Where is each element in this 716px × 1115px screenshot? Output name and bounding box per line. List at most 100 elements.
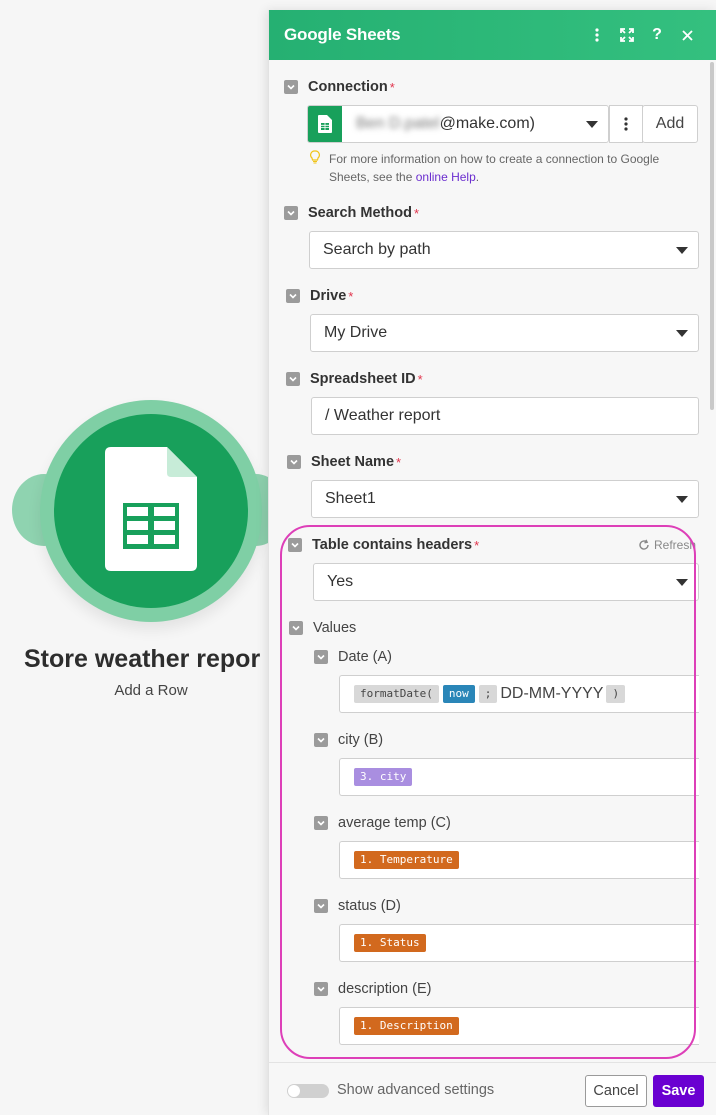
collapse-toggle-icon[interactable] [314,650,328,664]
status-field: status (D) [314,896,401,916]
average-temp-field: average temp (C) [314,813,451,833]
date-format-text: DD-MM-YYYY [500,685,604,702]
connection-help-text: For more information on how to create a … [329,152,660,184]
connection-select[interactable]: Ben D.patel @make.com) [307,105,609,143]
table-headers-label: Table contains headers [312,537,473,553]
required-asterisk: * [413,205,419,221]
spreadsheet-id-field: Spreadsheet ID * [286,369,423,389]
module-settings-panel: Google Sheets ? Connection * Ben D.patel … [268,10,716,1115]
connection-value: @make.com) [439,115,535,132]
refresh-label: Refresh [654,538,697,552]
date-input[interactable]: formatDate( now ; DD-MM-YYYY ) [339,675,699,713]
sheet-name-value: Sheet1 [325,490,376,507]
sheet-name-field: Sheet Name * [287,452,401,472]
drive-value: My Drive [324,324,388,341]
search-method-select[interactable]: Search by path [309,231,699,269]
sheet-name-label: Sheet Name [311,454,395,470]
more-vertical-icon[interactable] [582,20,612,50]
table-headers-select[interactable]: Yes [313,563,699,601]
date-label: Date (A) [338,649,392,665]
collapse-toggle-icon[interactable] [287,455,301,469]
connection-account-blurred: Ben D.patel [356,115,440,132]
city-variable-pill[interactable]: 3. city [354,768,413,786]
panel-header: Google Sheets ? [269,10,716,60]
spreadsheet-id-label: Spreadsheet ID [310,371,416,387]
collapse-toggle-icon[interactable] [286,372,300,386]
spreadsheet-id-input[interactable]: / Weather report [311,397,699,435]
spreadsheet-id-value: / Weather report [325,407,441,424]
chevron-down-icon [676,330,688,337]
close-paren-pill: ) [606,685,626,703]
lightbulb-icon [310,150,320,164]
description-variable-pill[interactable]: 1. Description [354,1017,459,1035]
collapse-toggle-icon[interactable] [314,899,328,913]
values-label: Values [313,620,357,636]
table-headers-value: Yes [327,573,354,590]
collapse-toggle-icon[interactable] [284,80,298,94]
refresh-button[interactable]: Refresh [638,538,696,552]
search-method-field: Search Method * [284,203,419,223]
required-asterisk: * [348,288,354,304]
required-asterisk: * [389,79,395,95]
panel-scrollbar[interactable] [710,62,714,410]
status-label: status (D) [338,898,401,914]
values-field: Values [289,618,356,638]
average-temp-label: average temp (C) [338,815,451,831]
more-vertical-icon [624,117,628,131]
drive-select[interactable]: My Drive [310,314,699,352]
temperature-variable-pill[interactable]: 1. Temperature [354,851,459,869]
panel-footer: Show advanced settings Cancel Save [269,1062,716,1115]
date-field: Date (A) [314,647,392,667]
close-icon[interactable] [672,20,702,50]
search-method-label: Search Method [308,205,412,221]
help-icon[interactable]: ? [642,20,672,50]
city-label: city (B) [338,732,384,748]
google-sheets-icon [308,106,342,142]
collapse-toggle-icon[interactable] [288,538,302,552]
collapse-toggle-icon[interactable] [314,982,328,996]
save-button[interactable]: Save [653,1075,704,1107]
required-asterisk: * [474,537,480,553]
connection-options-button[interactable] [609,105,643,143]
module-subtitle: Add a Row [114,682,188,699]
add-connection-button[interactable]: Add [642,105,698,143]
connection-label: Connection [308,79,388,95]
table-headers-field: Table contains headers * [288,535,479,555]
chevron-down-icon [676,496,688,503]
cancel-button[interactable]: Cancel [585,1075,647,1107]
average-temp-input[interactable]: 1. Temperature [339,841,699,879]
toggle-knob [288,1085,300,1097]
description-field: description (E) [314,979,431,999]
search-method-value: Search by path [323,241,431,258]
status-input[interactable]: 1. Status [339,924,699,962]
advanced-settings-toggle[interactable] [287,1084,329,1098]
collapse-toggle-icon[interactable] [286,289,300,303]
advanced-settings-label: Show advanced settings [337,1082,495,1098]
refresh-icon [639,539,649,550]
connection-field: Connection * [284,77,395,97]
format-date-function-pill[interactable]: formatDate( [354,685,439,703]
now-variable-pill[interactable]: now [442,685,475,703]
city-input[interactable]: 3. city [339,758,699,796]
expand-icon[interactable] [612,20,642,50]
drive-field: Drive * [286,286,353,306]
description-input[interactable]: 1. Description [339,1007,699,1045]
chevron-down-icon [676,579,688,586]
description-label: description (E) [338,981,432,997]
chevron-down-icon [676,247,688,254]
google-sheets-icon [105,447,197,571]
collapse-toggle-icon[interactable] [314,816,328,830]
chevron-down-icon [586,121,598,128]
scenario-module[interactable]: Store weather repor Add a Row [0,0,290,760]
module-title[interactable]: Store weather repor [24,645,268,674]
status-variable-pill[interactable]: 1. Status [354,934,426,952]
required-asterisk: * [417,371,423,387]
separator-pill: ; [478,685,498,703]
collapse-toggle-icon[interactable] [284,206,298,220]
collapse-toggle-icon[interactable] [289,621,303,635]
collapse-toggle-icon[interactable] [314,733,328,747]
required-asterisk: * [396,454,402,470]
panel-title: Google Sheets [284,25,401,44]
online-help-link[interactable]: online Help [416,170,476,184]
sheet-name-select[interactable]: Sheet1 [311,480,699,518]
